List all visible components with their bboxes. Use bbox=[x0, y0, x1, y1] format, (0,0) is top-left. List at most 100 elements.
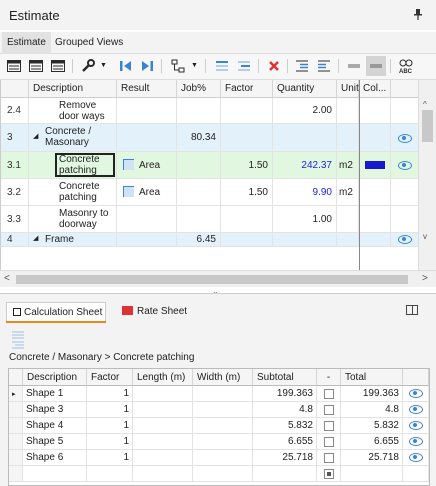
column-header-description[interactable]: Description bbox=[29, 80, 117, 98]
quantity-cell[interactable]: 242.37 bbox=[273, 152, 337, 179]
visibility-cell[interactable] bbox=[391, 206, 419, 233]
column-header-result[interactable]: Result bbox=[117, 80, 177, 98]
scroll-down-icon[interactable]: v bbox=[423, 232, 427, 241]
row-number[interactable]: 3.3 bbox=[1, 206, 29, 233]
width-cell[interactable] bbox=[193, 418, 253, 434]
indent-icon[interactable] bbox=[294, 58, 310, 74]
column-header-color[interactable]: Col... bbox=[359, 80, 391, 98]
toggle-checkbox[interactable] bbox=[324, 389, 334, 399]
vertical-scrollbar[interactable]: ^ v bbox=[418, 80, 436, 270]
factor-cell[interactable] bbox=[221, 233, 273, 247]
factor-cell[interactable] bbox=[221, 124, 273, 152]
toggle-checkbox[interactable] bbox=[324, 453, 334, 463]
visibility-cell[interactable] bbox=[391, 179, 419, 206]
result-cell[interactable] bbox=[117, 206, 177, 233]
visibility-cell[interactable] bbox=[403, 434, 429, 450]
description-cell[interactable]: Shape 1 bbox=[23, 386, 87, 402]
row-number[interactable]: 3 bbox=[1, 124, 29, 152]
subtotal-cell[interactable]: 5.832 bbox=[253, 418, 317, 434]
calculation-row[interactable]: Shape 5 1 6.655 6.655 bbox=[9, 434, 429, 450]
job-percent-cell[interactable] bbox=[177, 98, 221, 124]
length-cell[interactable] bbox=[133, 434, 193, 450]
toggle-checkbox[interactable] bbox=[324, 421, 334, 431]
row-selector[interactable] bbox=[9, 418, 23, 434]
description-cell[interactable]: Shape 6 bbox=[23, 450, 87, 466]
visibility-cell[interactable] bbox=[403, 450, 429, 466]
visibility-cell[interactable] bbox=[391, 124, 419, 152]
row-selector[interactable] bbox=[9, 402, 23, 418]
scroll-up-icon[interactable]: ^ bbox=[423, 100, 427, 109]
description-cell[interactable]: Shape 5 bbox=[23, 434, 87, 450]
factor-cell[interactable]: 1 bbox=[87, 418, 133, 434]
length-cell[interactable] bbox=[133, 402, 193, 418]
visibility-cell[interactable] bbox=[391, 152, 419, 179]
column-header-visibility[interactable] bbox=[403, 369, 429, 386]
grid-view-3-icon[interactable] bbox=[50, 58, 66, 74]
insert-row-icon[interactable] bbox=[214, 58, 230, 74]
color-cell[interactable] bbox=[359, 124, 391, 152]
column-header-job[interactable]: Job% bbox=[177, 80, 221, 98]
subtotal-cell[interactable] bbox=[253, 466, 317, 482]
visibility-cell[interactable] bbox=[391, 98, 419, 124]
eye-icon[interactable] bbox=[398, 133, 412, 143]
factor-cell[interactable] bbox=[221, 98, 273, 124]
column-header-unit[interactable]: Unit bbox=[337, 80, 359, 98]
tab-rate-sheet[interactable]: Rate Sheet bbox=[122, 302, 187, 322]
row-selector[interactable] bbox=[9, 450, 23, 466]
outdent-icon[interactable] bbox=[316, 58, 332, 74]
row-number[interactable]: 4 bbox=[1, 233, 29, 247]
eye-icon[interactable] bbox=[409, 437, 423, 446]
expand-icon[interactable] bbox=[366, 56, 386, 76]
total-cell[interactable]: 25.718 bbox=[341, 450, 403, 466]
eye-icon[interactable] bbox=[409, 421, 423, 430]
color-cell[interactable] bbox=[359, 179, 391, 206]
column-header-factor[interactable]: Factor bbox=[87, 369, 133, 386]
job-percent-cell[interactable] bbox=[177, 152, 221, 179]
unit-cell[interactable] bbox=[337, 233, 359, 247]
column-header-width[interactable]: Width (m) bbox=[193, 369, 253, 386]
total-cell[interactable]: 199.363 bbox=[341, 386, 403, 402]
unit-cell[interactable] bbox=[337, 98, 359, 124]
column-header-description[interactable]: Description bbox=[23, 369, 87, 386]
calculation-row[interactable]: Shape 6 1 25.718 25.718 bbox=[9, 450, 429, 466]
eye-icon[interactable] bbox=[409, 405, 423, 414]
width-cell[interactable] bbox=[193, 450, 253, 466]
row-selector[interactable] bbox=[9, 466, 23, 482]
column-header-visibility[interactable] bbox=[391, 80, 419, 98]
scroll-left-icon[interactable]: < bbox=[4, 273, 10, 284]
eye-icon[interactable] bbox=[409, 453, 423, 462]
row-number[interactable]: 2.4 bbox=[1, 98, 29, 124]
row-selector[interactable] bbox=[9, 434, 23, 450]
vertical-scroll-thumb[interactable] bbox=[422, 110, 433, 142]
width-cell[interactable] bbox=[193, 386, 253, 402]
description-cell[interactable]: Masonry to doorway bbox=[29, 206, 117, 233]
grid-row[interactable]: 3 Concrete / Masonary ◢ 80.34 bbox=[1, 124, 419, 152]
tab-grouped-views[interactable]: Grouped Views bbox=[50, 32, 128, 54]
chevron-down-icon[interactable]: ▼ bbox=[191, 62, 198, 69]
grid-row[interactable]: 3.1 Concrete patching Area 1.50 242.37 m2 bbox=[1, 152, 419, 179]
factor-cell[interactable]: 1.50 bbox=[221, 179, 273, 206]
result-cell[interactable]: Area bbox=[117, 152, 177, 179]
calculation-row[interactable]: Shape 4 1 5.832 5.832 bbox=[9, 418, 429, 434]
description-cell[interactable]: Concrete / Masonary ◢ bbox=[29, 124, 117, 152]
color-cell[interactable] bbox=[359, 152, 391, 179]
width-cell[interactable] bbox=[193, 434, 253, 450]
total-cell[interactable] bbox=[341, 466, 403, 482]
tools-icon[interactable] bbox=[80, 58, 96, 74]
spellcheck-icon[interactable]: ABC bbox=[398, 58, 414, 75]
factor-cell[interactable]: 1 bbox=[87, 402, 133, 418]
subtotal-cell[interactable]: 199.363 bbox=[253, 386, 317, 402]
scroll-right-icon[interactable]: > bbox=[422, 273, 428, 284]
grid-view-2-icon[interactable] bbox=[28, 58, 44, 74]
delete-icon[interactable] bbox=[266, 58, 282, 74]
column-header-total[interactable]: Total bbox=[341, 369, 403, 386]
length-cell[interactable] bbox=[133, 450, 193, 466]
unit-cell[interactable]: m2 bbox=[337, 152, 359, 179]
length-cell[interactable] bbox=[133, 386, 193, 402]
grid-row[interactable]: 2.4 Remove door ways 2.00 bbox=[1, 98, 419, 124]
quantity-cell[interactable]: 9.90 bbox=[273, 179, 337, 206]
description-cell[interactable]: Frame ◢ bbox=[29, 233, 117, 247]
visibility-cell[interactable] bbox=[403, 418, 429, 434]
result-cell[interactable]: Area bbox=[117, 179, 177, 206]
tab-estimate[interactable]: Estimate bbox=[2, 32, 51, 54]
